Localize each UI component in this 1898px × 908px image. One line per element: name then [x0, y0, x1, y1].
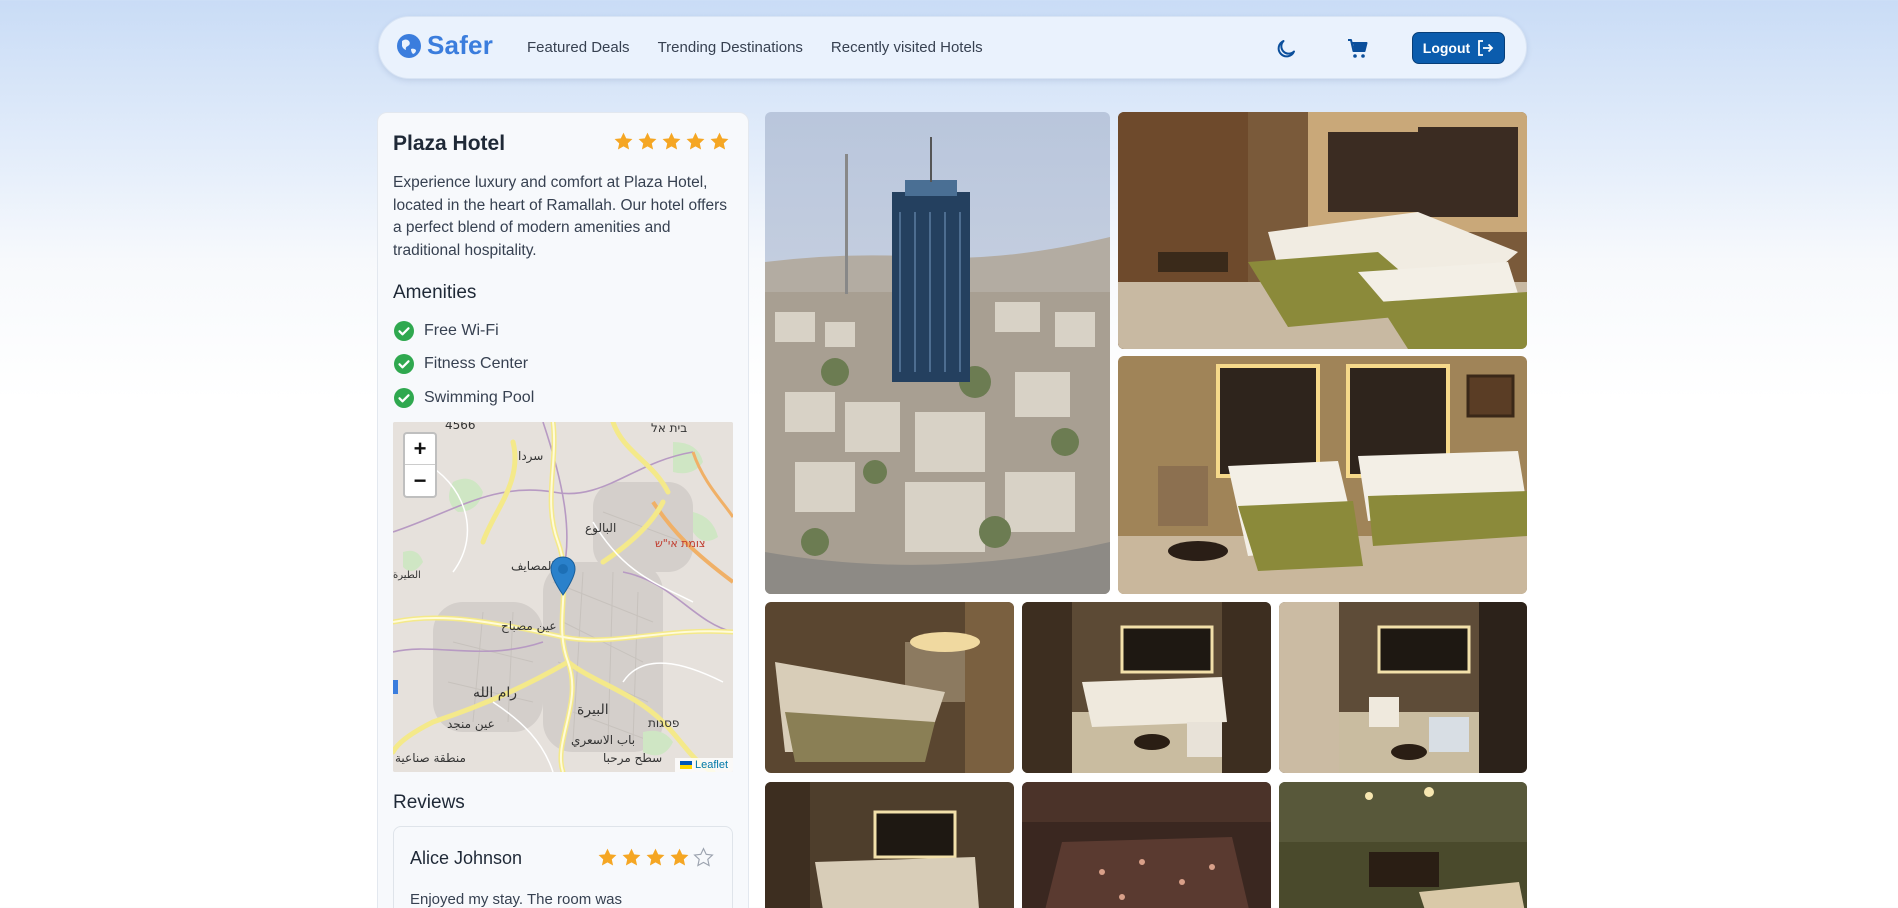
reviewer-name: Alice Johnson [410, 848, 523, 868]
check-circle-icon [394, 320, 414, 341]
top-navbar: Safer Featured Deals Trending Destinatio… [378, 16, 1527, 79]
spa-photo[interactable] [1022, 782, 1271, 908]
hotel-room-photo[interactable] [1022, 602, 1271, 773]
review-rating [597, 847, 714, 868]
star-empty-icon [693, 847, 714, 867]
hotel-exterior-photo[interactable] [765, 112, 1110, 594]
room-image [765, 782, 1014, 908]
hotel-location-map[interactable]: 4566 בית אל سردا البالوع צומת אי"ש المصا… [393, 422, 733, 772]
tower-image [765, 112, 1110, 594]
map-label: الطيرة [393, 570, 421, 581]
map-label: عين مصباح [501, 619, 557, 633]
map-marker-icon[interactable] [550, 556, 576, 596]
jacuzzi-image [1022, 782, 1271, 908]
fisheye-room-image [765, 602, 1014, 773]
star-filled-icon [662, 132, 681, 150]
fisheye-room-image [1279, 602, 1527, 773]
zoom-out-button[interactable]: − [405, 465, 435, 496]
treatment-room-image [1279, 782, 1527, 908]
reviews-heading: Reviews [393, 792, 465, 813]
hotel-room-photo[interactable] [1118, 112, 1527, 349]
twin-room-image [1118, 356, 1527, 594]
ukraine-flag-icon [679, 761, 692, 769]
nav-link-trending-destinations[interactable]: Trending Destinations [658, 39, 803, 56]
amenity-label: Swimming Pool [424, 388, 535, 406]
amenities-list: Free Wi-Fi Fitness Center Swimming Pool [393, 314, 534, 415]
map-label: سردا [518, 449, 544, 463]
hotel-description: Experience luxury and comfort at Plaza H… [393, 174, 728, 259]
hotel-rating [613, 131, 730, 152]
map-label: منطقة صناعية [395, 751, 466, 765]
review-card: Alice Johnson Enjoyed my stay. The room … [393, 826, 733, 908]
review-text: Enjoyed my stay. The room was [410, 891, 623, 908]
star-filled-icon [646, 848, 665, 866]
logout-button[interactable]: Logout [1412, 32, 1505, 64]
map-label: 4566 [445, 422, 476, 432]
nav-link-featured-deals[interactable]: Featured Deals [527, 39, 630, 56]
check-circle-icon [394, 354, 414, 375]
star-filled-icon [670, 848, 689, 866]
map-label: سطح مرحبا [603, 751, 663, 765]
amenities-heading: Amenities [393, 282, 477, 303]
brand-name: Safer [427, 30, 494, 60]
map-label: المصايف [511, 559, 555, 573]
hotel-room-photo[interactable] [1118, 356, 1527, 594]
dark-mode-toggle[interactable] [1273, 36, 1299, 62]
fisheye-room-image [1022, 602, 1271, 773]
hotel-room-photo[interactable] [765, 782, 1014, 908]
map-label: פסגות [648, 716, 680, 730]
amenity-item: Free Wi-Fi [393, 314, 534, 348]
map-label: باب الاسعري [571, 733, 636, 747]
map-label: בית אל [651, 422, 688, 435]
cart-button[interactable] [1345, 36, 1371, 62]
globe-logo-icon [397, 33, 421, 58]
map-label: צומת אי"ש [655, 537, 706, 550]
amenity-item: Fitness Center [393, 348, 534, 382]
map-label: البالوع [585, 521, 617, 535]
zoom-in-button[interactable]: + [405, 434, 435, 465]
map-attribution[interactable]: Leaflet [674, 758, 733, 772]
star-filled-icon [710, 132, 729, 150]
twin-room-image [1118, 112, 1527, 349]
map-label: رام الله [473, 685, 518, 701]
star-filled-icon [598, 848, 617, 866]
map-zoom-control: + − [403, 432, 437, 498]
map-label: عين منجد [447, 717, 495, 731]
hotel-info-panel: Plaza Hotel Experience luxury and comfor… [377, 112, 749, 908]
check-circle-icon [394, 387, 414, 408]
map-label: البيرة [577, 702, 609, 718]
nav-links: Featured Deals Trending Destinations Rec… [527, 39, 983, 56]
hotel-room-photo[interactable] [1279, 602, 1527, 773]
amenity-item: Swimming Pool [393, 381, 534, 415]
star-filled-icon [638, 132, 657, 150]
moon-icon [1277, 40, 1295, 58]
brand[interactable]: Safer [395, 30, 493, 61]
attribution-link[interactable]: Leaflet [695, 759, 728, 771]
cart-icon [1348, 39, 1368, 58]
nav-link-recently-visited[interactable]: Recently visited Hotels [831, 39, 983, 56]
star-filled-icon [614, 132, 633, 150]
map-tiles [393, 422, 733, 772]
spa-photo[interactable] [1279, 782, 1527, 908]
hotel-room-photo[interactable] [765, 602, 1014, 773]
star-filled-icon [686, 132, 705, 150]
logout-label: Logout [1422, 40, 1471, 56]
hotel-name: Plaza Hotel [393, 132, 506, 155]
logout-icon [1478, 40, 1494, 56]
amenity-label: Free Wi-Fi [424, 321, 499, 339]
star-filled-icon [622, 848, 641, 866]
amenity-label: Fitness Center [424, 355, 529, 373]
